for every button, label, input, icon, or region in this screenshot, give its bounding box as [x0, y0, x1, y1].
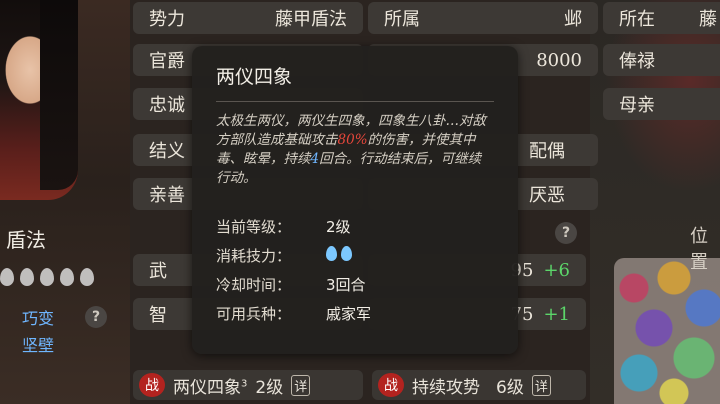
belong-cell: 所属 邺 [368, 2, 598, 34]
spouse-label: 配偶 [529, 141, 565, 162]
drop-icon [326, 246, 337, 261]
office-label: 官爵 [149, 51, 185, 72]
tooltip-rows: 当前等级： 2级 消耗技力： 冷却时间： 3回合 可用兵种： 戚家军 [216, 212, 494, 328]
tooltip-row-cooldown: 冷却时间： 3回合 [216, 276, 366, 294]
drop-icon [20, 268, 34, 286]
tooltip-row-units: 可用兵种： 戚家军 [216, 305, 372, 323]
skill-level: 2级 [255, 377, 284, 398]
detail-button[interactable]: 详 [291, 374, 311, 396]
skill-name: 持续攻势 [412, 377, 480, 398]
portrait-hair [40, 0, 78, 190]
stat-wu-label: 武 [149, 261, 167, 282]
skill-drops [0, 268, 94, 286]
faction-value: 藤甲盾法 [275, 9, 347, 30]
belong-label: 所属 [384, 9, 420, 30]
position-label: 位置 [690, 226, 708, 273]
bond-label: 结义 [149, 141, 185, 162]
salary-cell: 俸禄 [603, 44, 720, 76]
tooltip-row-cost: 消耗技力： [216, 241, 494, 270]
cost-drops [326, 246, 356, 265]
battle-tag-icon: 战 [378, 373, 404, 397]
skill-link-qiaobian[interactable]: 巧变 [22, 305, 54, 329]
skill-level: 6级 [496, 377, 524, 398]
general-name: 盾法 [6, 228, 46, 252]
mini-map[interactable] [614, 258, 720, 404]
troops-value: 8000 [536, 49, 582, 71]
drop-icon [80, 268, 94, 286]
location-label: 所在 [619, 9, 655, 30]
salary-label: 俸禄 [619, 51, 655, 72]
battle-tag-icon: 战 [139, 373, 165, 397]
detail-button[interactable]: 详 [531, 374, 551, 396]
friendly-label: 亲善 [149, 185, 185, 206]
dislike-label: 厌恶 [529, 185, 565, 206]
mother-label: 母亲 [619, 95, 655, 116]
mother-cell: 母亲 [603, 88, 720, 120]
tooltip-divider [216, 101, 494, 102]
belong-value: 邺 [564, 9, 582, 30]
help-icon[interactable]: ? [85, 306, 107, 328]
tooltip-title: 两仪四象 [216, 66, 293, 88]
help-icon[interactable]: ? [555, 222, 577, 244]
general-portrait [0, 0, 78, 200]
tooltip-description: 太极生两仪，两仪生四象，四象生八卦…对敌方部队造成基础攻击80%的伤害，并使其中… [216, 113, 486, 186]
loyalty-label: 忠诚 [149, 95, 185, 116]
skill-sup: 3 [241, 377, 248, 389]
skill-name: 两仪四象3 [173, 377, 248, 398]
stat-zhi-bonus: +1 [543, 303, 570, 325]
skill-link-jianbi[interactable]: 坚壁 [22, 332, 54, 356]
tooltip-row-level: 当前等级： 2级 [216, 218, 351, 236]
drop-icon [341, 246, 352, 261]
skill-card-liangyi[interactable]: 战 两仪四象3 2级 详 [133, 370, 363, 400]
location-value: 藤 [699, 9, 717, 30]
stat-wu-bonus: +6 [543, 259, 570, 281]
location-cell: 所在 藤 [603, 2, 720, 34]
stat-zhi-label: 智 [149, 305, 167, 326]
drop-icon [40, 268, 54, 286]
faction-cell: 势力 藤甲盾法 [133, 2, 363, 34]
skill-tooltip: 两仪四象 太极生两仪，两仪生四象，四象生八卦…对敌方部队造成基础攻击80%的伤害… [192, 46, 518, 354]
skill-card-chixu[interactable]: 战 持续攻势 6级 详 [372, 370, 586, 400]
faction-label: 势力 [149, 9, 185, 30]
drop-icon [60, 268, 74, 286]
drop-icon [0, 268, 14, 286]
